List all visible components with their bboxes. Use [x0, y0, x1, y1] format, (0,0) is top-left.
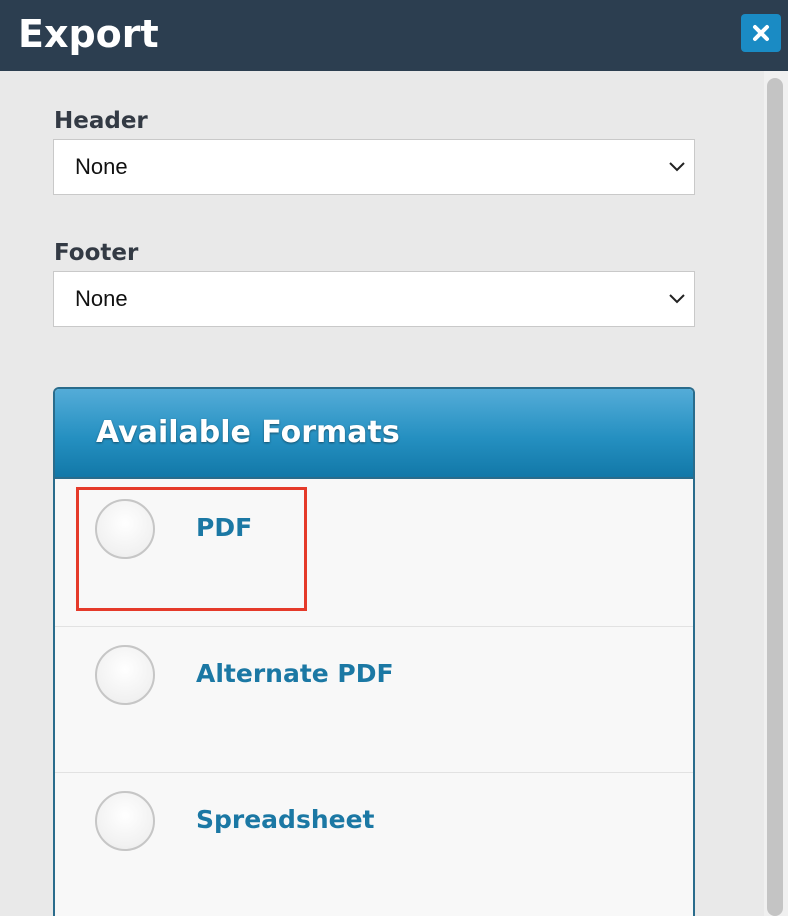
- export-dialog: Export Header None Footer None Available…: [0, 0, 788, 916]
- format-radio-alternate-pdf[interactable]: [95, 645, 155, 705]
- format-option-pdf[interactable]: PDF: [55, 481, 693, 627]
- format-option-spreadsheet[interactable]: Spreadsheet: [55, 773, 693, 916]
- scrollbar-thumb[interactable]: [767, 78, 783, 916]
- chevron-down-icon: [669, 294, 685, 304]
- footer-select-value: None: [75, 286, 128, 311]
- format-option-alternate-pdf[interactable]: Alternate PDF: [55, 627, 693, 773]
- format-label-alternate-pdf: Alternate PDF: [196, 659, 394, 688]
- format-label-spreadsheet: Spreadsheet: [196, 805, 375, 834]
- footer-label: Footer: [54, 240, 139, 266]
- dialog-title: Export: [18, 12, 159, 56]
- chevron-down-icon: [669, 162, 685, 172]
- header-select[interactable]: None: [53, 139, 695, 195]
- close-icon: [753, 25, 769, 41]
- formats-panel-title: Available Formats: [96, 415, 400, 450]
- format-label-pdf: PDF: [196, 513, 253, 542]
- format-radio-spreadsheet[interactable]: [95, 791, 155, 851]
- dialog-titlebar: Export: [0, 0, 788, 71]
- header-label: Header: [54, 108, 148, 134]
- footer-select[interactable]: None: [53, 271, 695, 327]
- format-radio-pdf[interactable]: [95, 499, 155, 559]
- close-button[interactable]: [741, 14, 781, 52]
- formats-panel: Available Formats PDF Alternate PDF Spre…: [53, 387, 695, 916]
- formats-panel-header: Available Formats: [55, 389, 693, 479]
- header-select-value: None: [75, 154, 128, 179]
